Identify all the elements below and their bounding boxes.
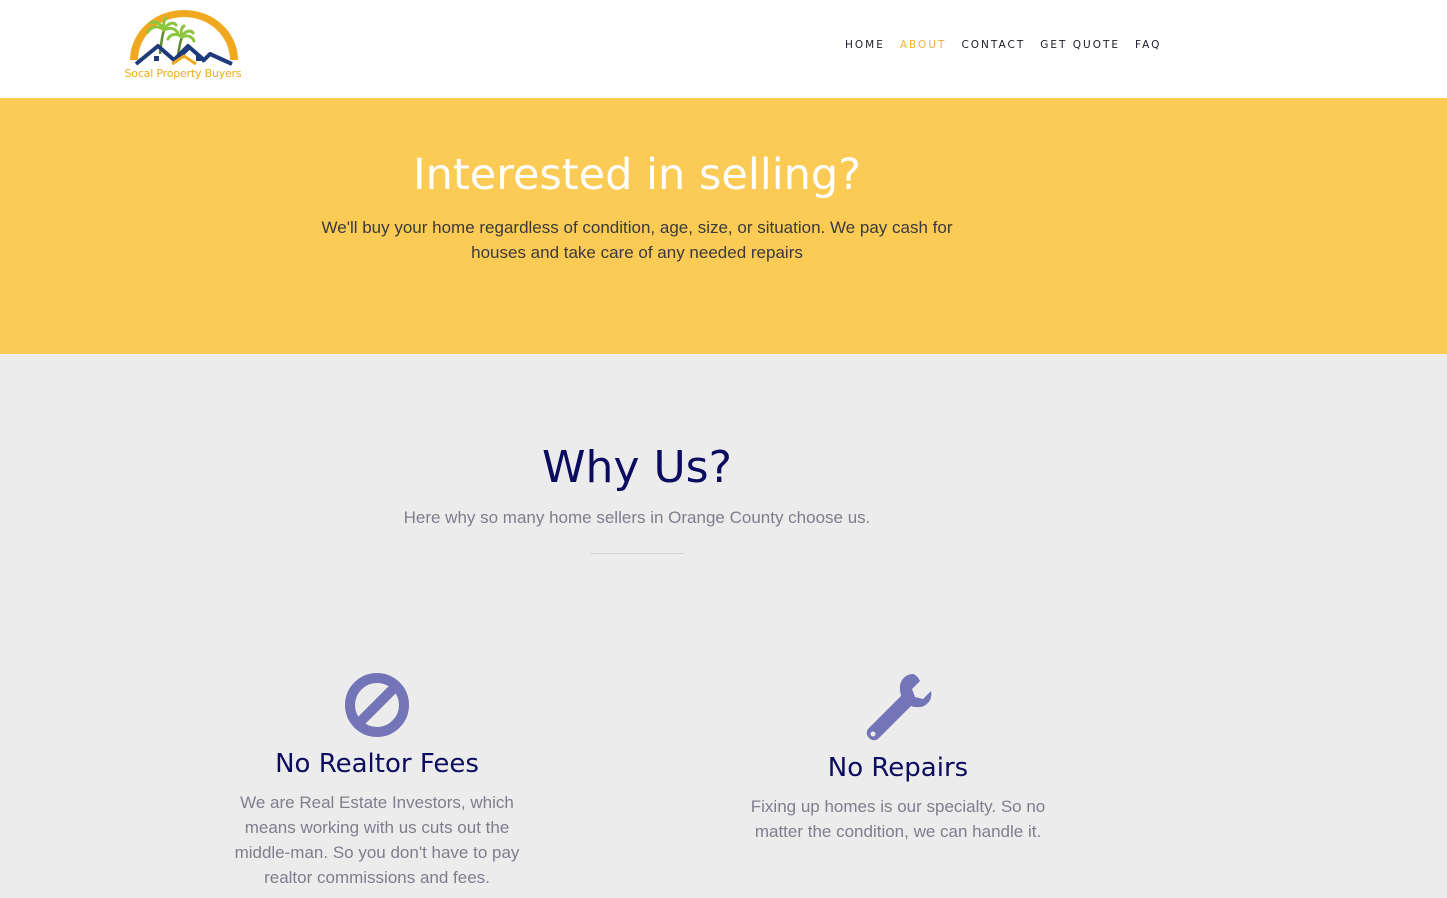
site-header: Socal Property Buyers HOME ABOUT CONTACT… (0, 0, 1447, 98)
nav-get-quote[interactable]: GET QUOTE (1040, 38, 1120, 52)
ban-icon (345, 673, 409, 737)
feature-text: We are Real Estate Investors, which mean… (234, 793, 520, 887)
feature-title: No Repairs (827, 753, 969, 783)
nav-contact[interactable]: CONTACT (961, 38, 1025, 52)
logo-icon (130, 10, 238, 66)
logo-text: Socal Property Buyers (124, 67, 242, 80)
divider (590, 553, 684, 554)
main-nav: HOME ABOUT CONTACT GET QUOTE FAQ (845, 38, 1176, 52)
feature-text: Fixing up homes is our specialty. So no … (750, 797, 1046, 841)
feature-no-repairs: No Repairs Fixing up homes is our specia… (738, 672, 1058, 844)
nav-faq[interactable]: FAQ (1135, 38, 1161, 52)
feature-title: No Realtor Fees (275, 749, 479, 779)
feature-no-realtor-fees: No Realtor Fees We are Real Estate Inves… (217, 672, 537, 890)
hero-section: Interested in selling? We'll buy your ho… (0, 98, 1447, 354)
why-us-subtitle: Here why so many home sellers in Orange … (403, 508, 871, 527)
wrench-icon (866, 674, 932, 741)
logo[interactable]: Socal Property Buyers (114, 4, 252, 86)
hero-title: Interested in selling? (412, 150, 862, 200)
why-us-title: Why Us? (542, 442, 732, 493)
why-us-section: Why Us? Here why so many home sellers in… (0, 354, 1447, 898)
nav-about[interactable]: ABOUT (900, 38, 947, 52)
hero-subtitle: We'll buy your home regardless of condit… (321, 218, 953, 262)
nav-home[interactable]: HOME (845, 38, 885, 52)
